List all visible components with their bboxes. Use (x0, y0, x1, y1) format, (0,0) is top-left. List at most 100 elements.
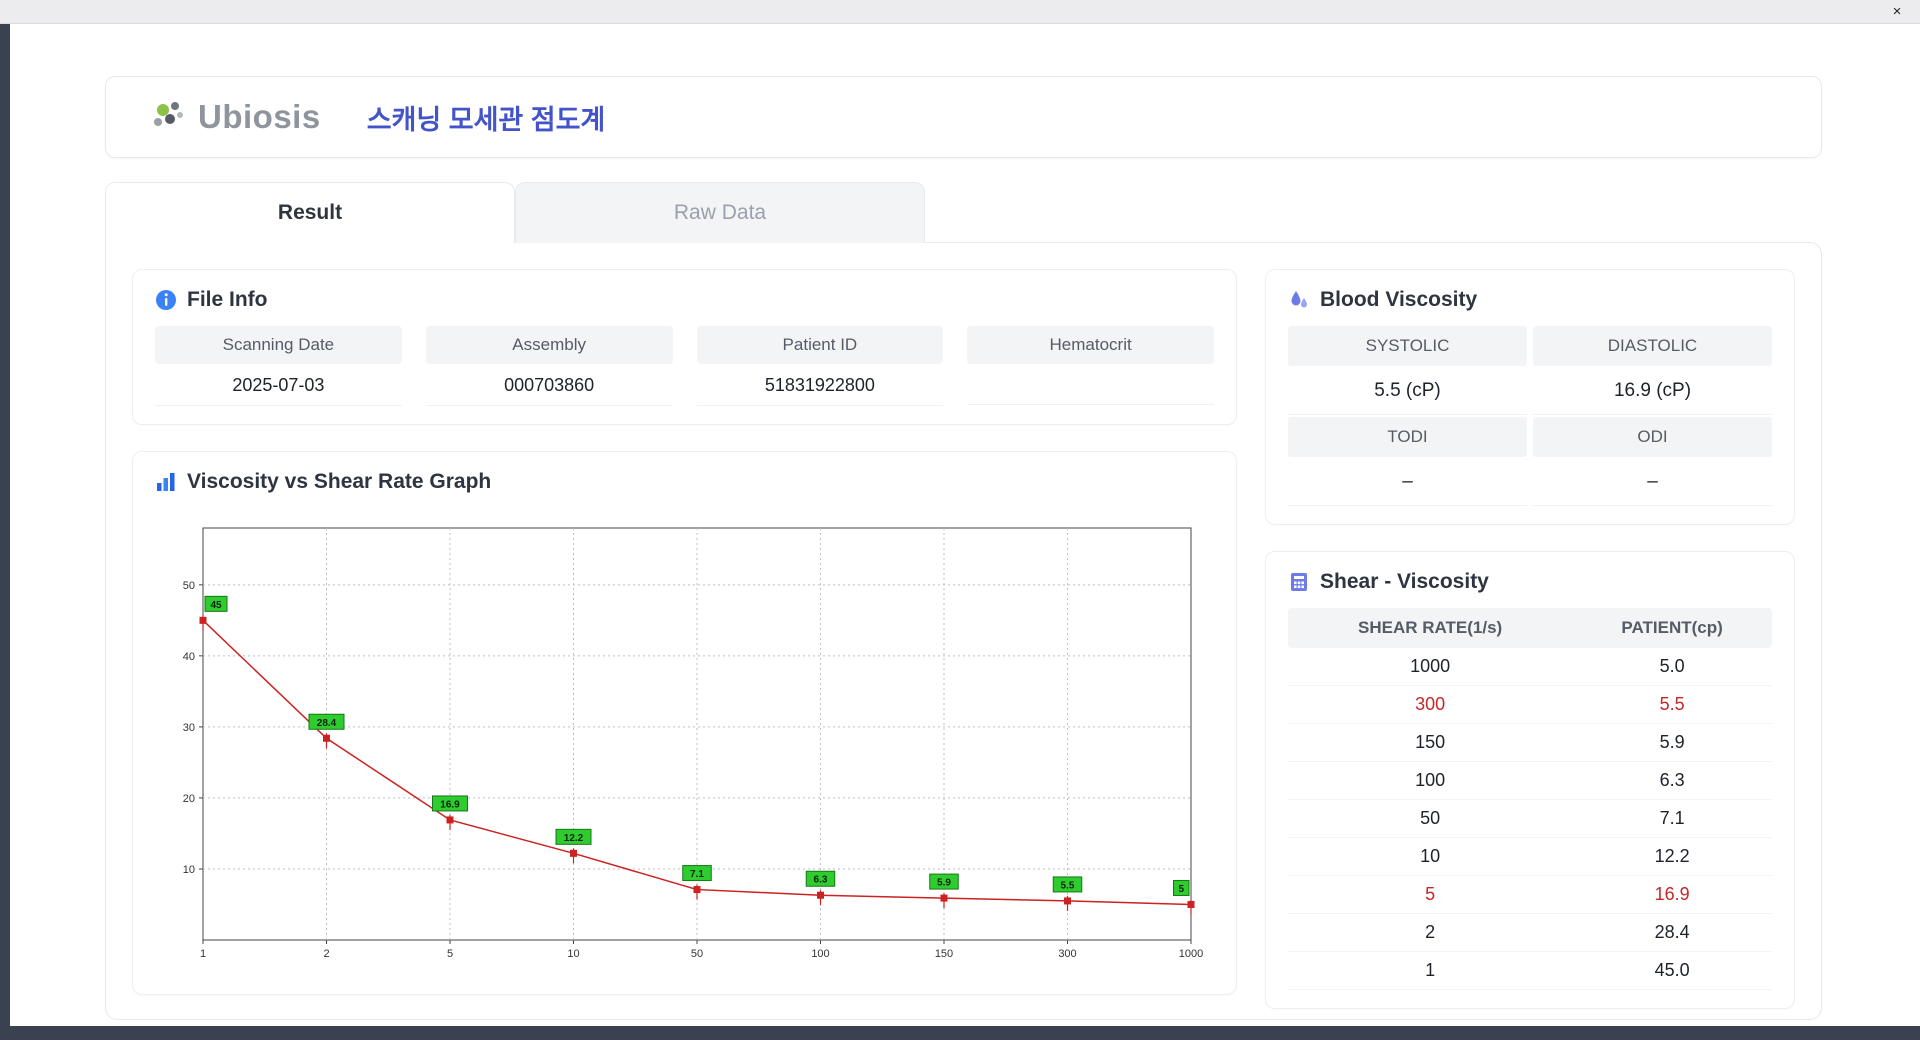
bv-label-todi: TODI (1288, 417, 1527, 457)
blood-viscosity-grid: SYSTOLIC DIASTOLIC 5.5 (cP) 16.9 (cP) TODI OD… (1288, 326, 1772, 506)
viscosity-shear-chart: 1 2 5 10 50 100 150 300 1000 10 20 30 40 50 45 28.4 16.9… (183, 527, 1203, 960)
patient-cp-cell: 5.9 (1572, 723, 1772, 762)
file-info-field-scanning-date: Scanning Date 2025-07-03 (155, 326, 402, 406)
field-value: 000703860 (425, 364, 673, 406)
table-header: SHEAR RATE(1/s) (1288, 608, 1573, 648)
shear-rate-cell: 1 (1288, 951, 1573, 990)
shear-viscosity-table: SHEAR RATE(1/s) PATIENT(cp) 1000 5.0 300 5.5 1… (1288, 608, 1772, 990)
svg-text:40: 40 (183, 651, 195, 663)
bv-value-odi: – (1533, 459, 1772, 506)
svg-text:10: 10 (183, 864, 195, 876)
patient-cp-cell: 5.5 (1572, 685, 1772, 724)
chart-point-label: 6.3 (805, 870, 836, 887)
file-info-card: File Info Scanning Date 2025-07-03 Assembl… (132, 269, 1237, 425)
bv-label-diastolic: DIASTOLIC (1533, 326, 1772, 366)
tab-bar: Result Raw Data (105, 182, 925, 243)
shear-rate-cell: 10 (1288, 837, 1573, 876)
chart-point-label: 5 (1173, 879, 1190, 896)
tab-raw-data[interactable]: Raw Data (515, 182, 925, 243)
field-label: Hematocrit (967, 326, 1214, 364)
svg-text:5: 5 (1178, 884, 1184, 895)
svg-text:5: 5 (447, 948, 453, 960)
file-info-title: File Info (155, 288, 1214, 312)
blood-viscosity-card: Blood Viscosity SYSTOLIC DIASTOLIC 5.5 (cP… (1265, 269, 1795, 525)
shear-rate-cell: 150 (1288, 723, 1573, 762)
svg-text:1: 1 (200, 948, 206, 960)
svg-text:10: 10 (567, 948, 579, 960)
patient-cp-cell: 16.9 (1572, 875, 1772, 914)
svg-text:1000: 1000 (1179, 948, 1203, 960)
svg-text:20: 20 (183, 793, 195, 805)
chart-point-label: 16.9 (432, 795, 468, 812)
info-icon (155, 289, 177, 311)
svg-text:5.9: 5.9 (937, 878, 951, 889)
droplets-icon (1288, 289, 1310, 311)
svg-text:50: 50 (691, 948, 703, 960)
tab-result[interactable]: Result (105, 182, 515, 243)
window-close-button[interactable]: × (1886, 2, 1908, 22)
file-info-fields: Scanning Date 2025-07-03 Assembly 000703860… (155, 326, 1214, 406)
svg-text:50: 50 (183, 580, 195, 592)
app-window: Ubiosis 스캐닝 모세관 점도계 Result Raw Data File… (10, 24, 1920, 1026)
svg-text:150: 150 (935, 948, 953, 960)
svg-text:2: 2 (323, 948, 329, 960)
file-info-field-hematocrit: Hematocrit (967, 326, 1214, 406)
shear-rate-cell: 2 (1288, 913, 1573, 952)
app-title: 스캐닝 모세관 점도계 (366, 104, 606, 135)
blood-viscosity-title-text: Blood Viscosity (1320, 288, 1478, 311)
table-row: 150 5.9 (1288, 723, 1772, 762)
patient-cp-cell: 6.3 (1572, 761, 1772, 800)
svg-text:16.9: 16.9 (440, 799, 460, 810)
chart-point-label: 45 (204, 595, 228, 612)
svg-text:12.2: 12.2 (564, 833, 584, 844)
shear-rate-cell: 5 (1288, 875, 1573, 914)
file-info-field-assembly: Assembly 000703860 (425, 326, 673, 406)
table-row: 1 45.0 (1288, 951, 1772, 990)
patient-cp-cell: 28.4 (1572, 913, 1772, 952)
file-info-field-patient-id: Patient ID 51831922800 (696, 326, 944, 406)
graph-card: Viscosity vs Shear Rate Graph 1 2 5 10 50 100… (132, 451, 1237, 995)
graph-title-text: Viscosity vs Shear Rate Graph (187, 470, 492, 493)
svg-text:45: 45 (210, 600, 222, 611)
field-label: Patient ID (696, 326, 944, 364)
svg-text:100: 100 (811, 948, 829, 960)
patient-cp-cell: 5.0 (1572, 648, 1772, 686)
logo-text: Ubiosis (198, 98, 321, 135)
window-titlebar: × (0, 0, 1920, 24)
result-panel: File Info Scanning Date 2025-07-03 Assembl… (105, 242, 1822, 1020)
app-header: Ubiosis 스캐닝 모세관 점도계 (105, 76, 1822, 158)
bv-label-odi: ODI (1533, 417, 1772, 457)
bar-chart-icon (155, 471, 177, 493)
left-column: File Info Scanning Date 2025-07-03 Assembl… (132, 269, 1237, 995)
shear-rate-cell: 50 (1288, 799, 1573, 838)
bv-value-diastolic: 16.9 (cP) (1533, 368, 1772, 415)
blood-viscosity-title: Blood Viscosity (1288, 288, 1772, 312)
right-column: Blood Viscosity SYSTOLIC DIASTOLIC 5.5 (cP… (1265, 269, 1795, 1009)
table-row: 10 12.2 (1288, 837, 1772, 876)
patient-cp-cell: 12.2 (1572, 837, 1772, 876)
shear-viscosity-title: Shear - Viscosity (1288, 570, 1772, 594)
shear-rate-cell: 100 (1288, 761, 1573, 800)
file-info-title-text: File Info (187, 288, 268, 311)
svg-text:5.5: 5.5 (1061, 880, 1075, 891)
chart-point-label: 28.4 (308, 713, 345, 730)
chart-point-label: 12.2 (555, 828, 592, 845)
patient-cp-cell: 7.1 (1572, 799, 1772, 838)
field-value: 51831922800 (696, 364, 944, 406)
field-value (967, 364, 1214, 405)
bv-value-systolic: 5.5 (cP) (1288, 368, 1527, 415)
shear-rate-cell: 1000 (1288, 648, 1573, 686)
chart-point-label: 7.1 (682, 865, 712, 882)
field-label: Scanning Date (155, 326, 402, 364)
chart-point-label: 5.5 (1052, 876, 1083, 893)
chart-point-label: 5.9 (929, 873, 959, 890)
field-label: Assembly (425, 326, 673, 364)
svg-text:6.3: 6.3 (814, 875, 828, 886)
bv-value-todi: – (1288, 459, 1527, 506)
svg-text:300: 300 (1058, 948, 1076, 960)
table-icon (1288, 571, 1310, 593)
table-header: PATIENT(cp) (1572, 608, 1772, 648)
ubiosis-logo: Ubiosis (150, 96, 321, 138)
logo-dots-icon (154, 102, 183, 126)
patient-cp-cell: 45.0 (1572, 951, 1772, 990)
